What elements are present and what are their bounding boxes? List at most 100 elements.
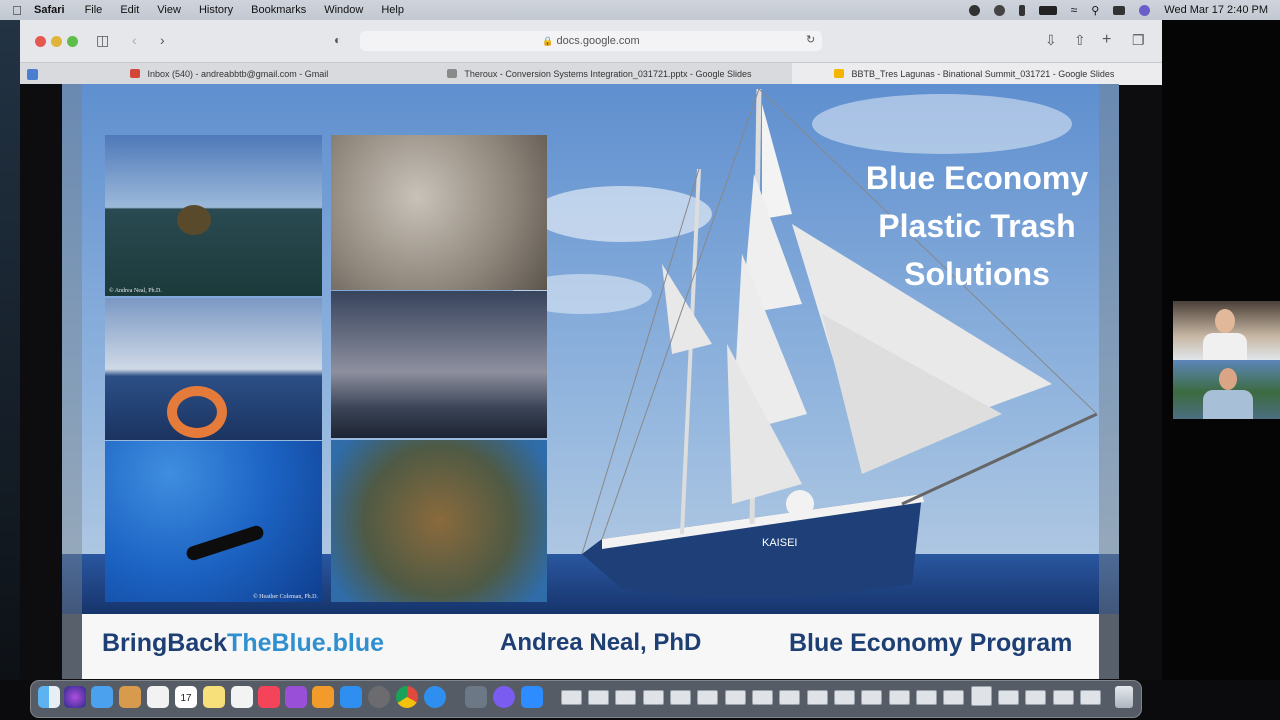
minimized-window[interactable] (807, 690, 828, 705)
footer-brand-part2: TheBlue.blue (227, 629, 385, 657)
siri-icon[interactable] (64, 686, 86, 708)
app-store-icon[interactable] (340, 686, 362, 708)
notes-icon[interactable] (203, 686, 225, 708)
preview-icon[interactable] (465, 686, 487, 708)
clock[interactable]: Wed Mar 17 2:40 PM (1164, 4, 1268, 16)
bowsprit-photo (331, 291, 547, 438)
bluetooth-icon[interactable] (1018, 4, 1025, 16)
crew-photo (105, 298, 322, 440)
slide-title-line: Solutions (904, 256, 1050, 292)
app-menu-safari[interactable]: Safari (34, 4, 65, 16)
wifi-icon[interactable]: ≈ (1071, 3, 1078, 17)
record-icon[interactable] (968, 4, 980, 16)
minimized-window[interactable] (752, 690, 773, 705)
menu-edit[interactable]: Edit (120, 4, 139, 16)
tab-gmail[interactable]: Inbox (540) - andreabbtb@gmail.com - Gma… (130, 63, 435, 85)
video-participant-man[interactable] (1173, 360, 1280, 419)
life-ring-shape (167, 386, 227, 438)
calendar-icon[interactable]: 17 (175, 686, 197, 708)
participant-body (1203, 333, 1247, 360)
pages-icon[interactable] (231, 686, 253, 708)
minimized-window[interactable] (643, 690, 664, 705)
google-slides-sidebar-icon[interactable] (27, 69, 38, 80)
menu-file[interactable]: File (85, 4, 103, 16)
battery-icon[interactable] (1038, 5, 1057, 15)
creative-cloud-icon[interactable] (993, 4, 1005, 16)
participant-face (1215, 309, 1235, 333)
desktop-background (0, 20, 20, 680)
mail-icon[interactable] (91, 686, 113, 708)
minimized-window[interactable] (615, 690, 636, 705)
footer-brand: BringBackTheBlue.blue (102, 629, 384, 658)
downloads-icon[interactable]: ⇩ (1045, 32, 1057, 48)
menu-bookmarks[interactable]: Bookmarks (251, 4, 306, 16)
minimized-window[interactable] (943, 690, 964, 705)
share-icon[interactable]: ⇧ (1074, 32, 1086, 48)
apple-menu-icon[interactable]:  (0, 3, 34, 18)
safari-icon[interactable] (424, 686, 446, 708)
dock: 17 (30, 680, 1142, 718)
minimized-window[interactable] (1080, 690, 1101, 705)
tab-overview-icon[interactable]: ❐ (1132, 32, 1145, 48)
video-participant-woman[interactable] (1173, 301, 1280, 360)
presentation-slide[interactable]: KAISEI © Andrea Neal, Ph.D. © Heather Co… (62, 84, 1119, 679)
music-icon[interactable] (258, 686, 280, 708)
minimized-window[interactable] (670, 690, 691, 705)
menu-window[interactable]: Window (324, 4, 363, 16)
slide-title-line: Blue Economy (865, 160, 1089, 196)
launchpad-icon[interactable] (119, 686, 141, 708)
spotlight-icon[interactable]: ⚲ (1091, 4, 1099, 17)
menu-bar:  Safari File Edit View History Bookmark… (0, 0, 1280, 20)
minimized-window[interactable] (561, 690, 582, 705)
minimized-window[interactable] (834, 690, 855, 705)
footer-program: Blue Economy Program (789, 629, 1073, 657)
minimized-window[interactable] (779, 690, 800, 705)
forward-icon[interactable]: › (160, 32, 165, 48)
minimize-window-button[interactable] (51, 36, 62, 47)
minimized-window[interactable] (861, 690, 882, 705)
participant-face (1219, 368, 1237, 390)
reload-icon[interactable]: ↻ (806, 32, 815, 48)
menu-history[interactable]: History (199, 4, 233, 16)
back-icon[interactable]: ‹ (132, 32, 137, 48)
address-bar[interactable]: 🔒 docs.google.com (360, 31, 822, 51)
menu-help[interactable]: Help (381, 4, 404, 16)
status-area: ≈ ⚲ Wed Mar 17 2:40 PM (968, 0, 1268, 20)
zoom-icon[interactable] (521, 686, 543, 708)
new-tab-icon[interactable]: + (1102, 32, 1111, 48)
settings-icon[interactable] (368, 686, 390, 708)
privacy-shield-icon[interactable]: ◐ (334, 32, 341, 48)
grid-apps-icon[interactable] (147, 686, 169, 708)
minimized-document[interactable] (971, 686, 992, 706)
messenger-icon[interactable] (493, 686, 515, 708)
diver-photo: © Heather Coleman, Ph.D. (105, 441, 322, 602)
minimized-window[interactable] (1053, 690, 1074, 705)
control-center-icon[interactable] (1113, 5, 1126, 15)
podcasts-icon[interactable] (285, 686, 307, 708)
minimized-window[interactable] (889, 690, 910, 705)
minimized-window[interactable] (1025, 690, 1046, 705)
tab-theroux-slides[interactable]: Theroux - Conversion Systems Integration… (447, 63, 792, 85)
finder-icon[interactable] (38, 686, 60, 708)
safari-window: ◫ ‹ › ◐ 🔒 docs.google.com ↻ ⇩ ⇧ + ❐ Inbo… (20, 20, 1162, 680)
minimized-window[interactable] (588, 690, 609, 705)
minimized-window[interactable] (916, 690, 937, 705)
browser-toolbar: ◫ ‹ › ◐ 🔒 docs.google.com ↻ ⇩ ⇧ + ❐ (20, 20, 1162, 62)
sidebar-toggle-icon[interactable]: ◫ (96, 32, 109, 48)
chrome-icon[interactable] (396, 686, 418, 708)
minimized-window[interactable] (697, 690, 718, 705)
slide-title: Blue Economy Plastic Trash Solutions (837, 154, 1117, 298)
siri-status-icon[interactable] (1139, 4, 1151, 16)
books-icon[interactable] (312, 686, 334, 708)
minimized-window[interactable] (725, 690, 746, 705)
minimized-window[interactable] (998, 690, 1019, 705)
fullscreen-window-button[interactable] (67, 36, 78, 47)
photo-credit: © Heather Coleman, Ph.D. (253, 594, 318, 600)
menu-view[interactable]: View (157, 4, 181, 16)
gmail-favicon-icon (130, 69, 140, 78)
close-window-button[interactable] (35, 36, 46, 47)
trash-icon[interactable] (1115, 686, 1133, 708)
tab-bbtb-slides[interactable]: BBTB_Tres Lagunas - Binational Summit_03… (792, 63, 1162, 85)
photo-credit: © Andrea Neal, Ph.D. (109, 288, 162, 294)
ship-hull-name: KAISEI (762, 537, 797, 549)
